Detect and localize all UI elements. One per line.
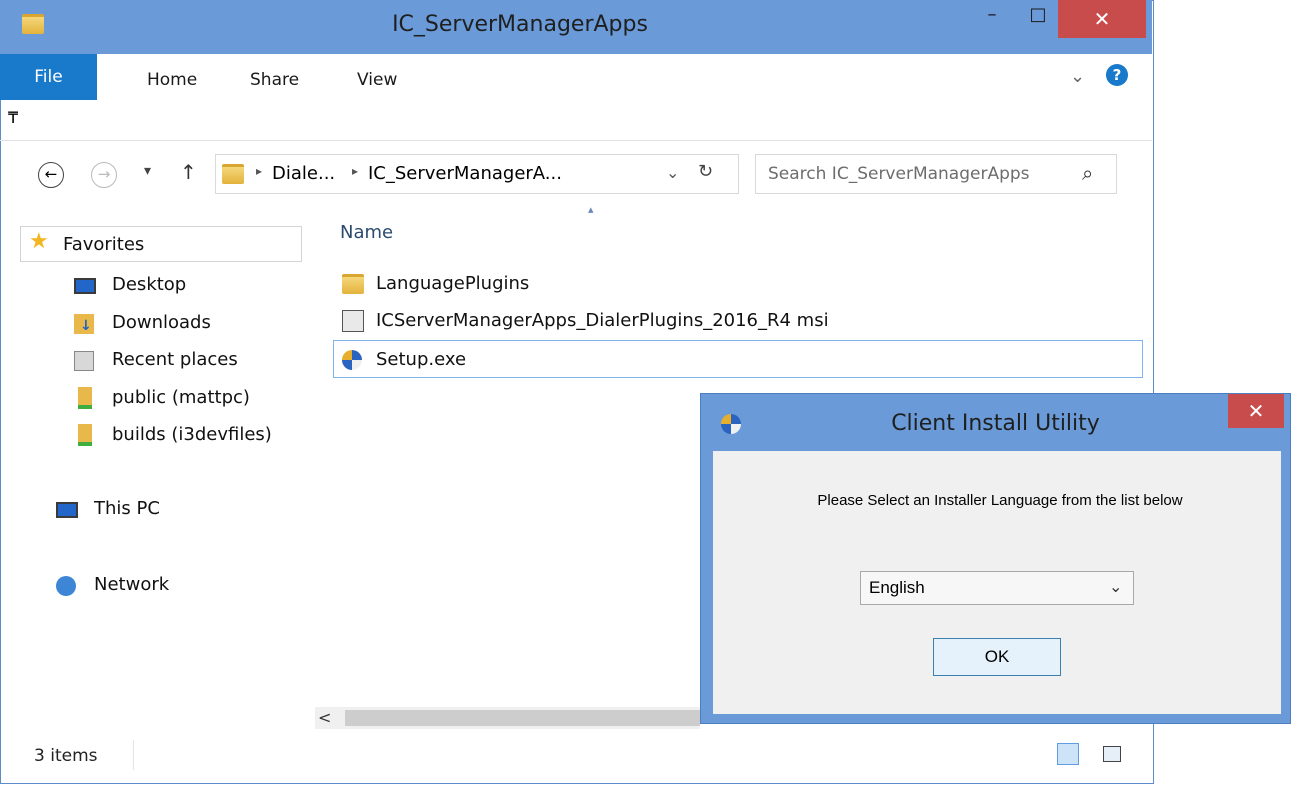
refresh-icon[interactable]: ↻ — [698, 161, 713, 182]
dialog-title: Client Install Utility — [891, 411, 1100, 436]
recent-places-icon — [74, 351, 94, 371]
ribbon-divider — [0, 140, 1152, 141]
forward-button[interactable]: → — [91, 162, 117, 188]
scrollbar-thumb[interactable] — [345, 710, 700, 726]
sidebar-item-label: Recent places — [112, 349, 238, 370]
sidebar-item-label: Desktop — [112, 274, 187, 295]
file-name: LanguagePlugins — [376, 273, 530, 294]
tab-file[interactable]: File — [0, 54, 97, 100]
language-selected-value: English — [869, 578, 925, 597]
sidebar-item-label: Network — [94, 574, 170, 595]
sort-ascending-icon: ▴ — [588, 203, 594, 216]
search-box[interactable]: Search IC_ServerManagerApps ⌕ — [755, 154, 1117, 194]
search-icon[interactable]: ⌕ — [1082, 161, 1093, 185]
address-folder-icon — [222, 164, 244, 184]
tab-home[interactable]: Home — [147, 70, 197, 90]
breadcrumb-arrow-icon: ▸ — [352, 164, 359, 178]
network-icon — [56, 576, 76, 596]
desktop-icon — [74, 278, 96, 294]
sidebar-item-label: builds (i3devfiles) — [112, 424, 272, 445]
breadcrumb-item[interactable]: IC_ServerManagerA... — [368, 163, 562, 184]
sidebar-item-downloads[interactable]: ↓ Downloads — [74, 312, 374, 340]
details-view-icon[interactable] — [1057, 743, 1079, 765]
recent-locations-icon[interactable]: ▾ — [144, 163, 151, 179]
breadcrumb-arrow-icon: ▸ — [256, 164, 263, 178]
sidebar-item-network[interactable]: Network — [52, 574, 302, 602]
large-icons-view-icon[interactable] — [1103, 746, 1121, 762]
address-bar[interactable]: ▸ Diale... ▸ IC_ServerManagerA... ⌄ ↻ — [215, 154, 739, 194]
download-arrow-icon: ↓ — [80, 318, 92, 334]
star-icon: ★ — [29, 229, 49, 254]
computer-icon — [56, 502, 78, 518]
breadcrumb-item[interactable]: Diale... — [272, 163, 335, 184]
up-button[interactable]: ↑ — [180, 160, 197, 184]
search-input[interactable]: Search IC_ServerManagerApps — [768, 164, 1030, 184]
sidebar-item-recent-places[interactable]: Recent places — [74, 349, 374, 377]
list-item[interactable]: LanguagePlugins — [340, 272, 940, 300]
ribbon-tabs: File Home Share View ⌄ ? — [0, 54, 1152, 100]
sidebar-item-label: Downloads — [112, 312, 211, 333]
sidebar-item-label: public (mattpc) — [112, 387, 250, 408]
sidebar-item-desktop[interactable]: Desktop — [74, 274, 374, 302]
ok-button[interactable]: OK — [933, 638, 1061, 676]
address-dropdown-icon[interactable]: ⌄ — [666, 163, 679, 182]
window-title: IC_ServerManagerApps — [392, 12, 648, 37]
scroll-left-icon[interactable]: < — [318, 708, 331, 727]
file-name: ICServerManagerApps_DialerPlugins_2016_R… — [376, 310, 829, 331]
file-name: Setup.exe — [376, 349, 467, 370]
sidebar-item-public[interactable]: public (mattpc) — [74, 387, 374, 415]
network-drive-icon — [78, 387, 92, 409]
tab-share[interactable]: Share — [250, 70, 299, 90]
sidebar-item-builds[interactable]: builds (i3devfiles) — [74, 424, 374, 452]
list-item[interactable]: ICServerManagerApps_DialerPlugins_2016_R… — [340, 309, 1040, 337]
ribbon-expand-icon[interactable]: ⌄ — [1070, 66, 1085, 87]
chevron-down-icon: ⌄ — [1109, 579, 1123, 596]
close-button[interactable]: ✕ — [1058, 0, 1146, 38]
sidebar-item-label: This PC — [94, 498, 160, 519]
network-drive-icon — [78, 424, 92, 446]
dialog-close-button[interactable]: ✕ — [1228, 394, 1284, 428]
maximize-button[interactable]: □ — [1016, 0, 1060, 30]
sidebar-item-favorites[interactable]: ★ Favorites — [20, 226, 302, 262]
folder-icon — [342, 274, 364, 294]
tab-view[interactable]: View — [357, 70, 397, 90]
back-button[interactable]: ← — [38, 162, 64, 188]
column-header-name[interactable]: Name — [340, 222, 393, 243]
installer-package-icon — [342, 310, 364, 332]
status-item-count: 3 items — [34, 746, 98, 766]
sidebar-item-label: Favorites — [63, 234, 145, 255]
status-divider — [133, 740, 134, 770]
sidebar-item-this-pc[interactable]: This PC — [52, 498, 302, 526]
language-select[interactable]: English ⌄ — [860, 571, 1134, 605]
minimize-button[interactable]: – — [970, 0, 1014, 30]
setup-exe-icon — [342, 350, 362, 370]
list-item-selected[interactable]: Setup.exe — [333, 340, 1143, 378]
quick-access-customize-icon[interactable]: ₸ — [8, 108, 18, 127]
dialog-message: Please Select an Installer Language from… — [817, 492, 1183, 509]
help-icon[interactable]: ? — [1106, 64, 1128, 86]
